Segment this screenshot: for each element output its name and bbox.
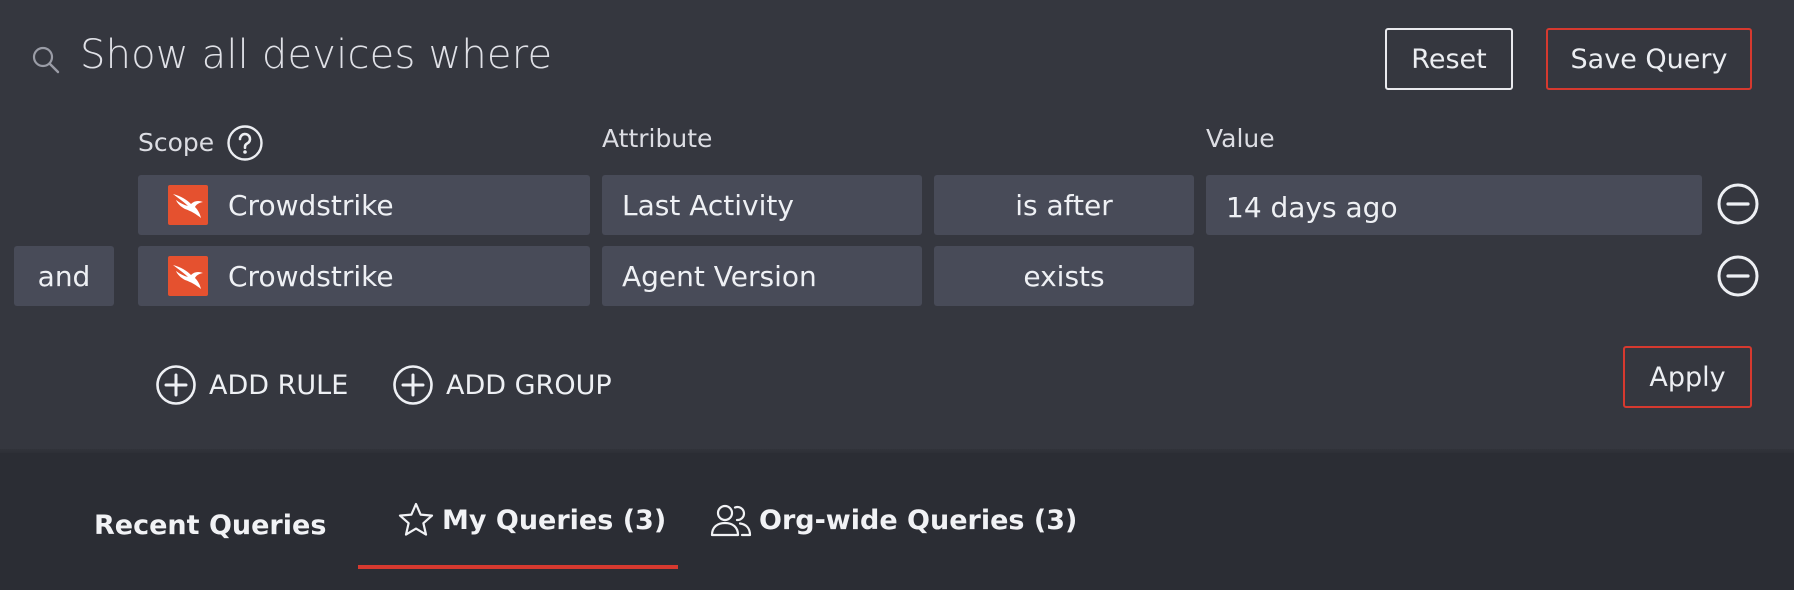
remove-rule-icon[interactable] (1716, 182, 1760, 226)
query-title: Show all devices where (80, 32, 553, 78)
scope-select-rule-2[interactable]: Crowdstrike (138, 246, 590, 306)
scope-select-rule-1[interactable]: Crowdstrike (138, 175, 590, 235)
apply-button[interactable]: Apply (1623, 346, 1752, 408)
add-rule-label: ADD RULE (209, 369, 349, 401)
scope-label: Crowdstrike (228, 188, 394, 222)
attribute-label: Last Activity (622, 188, 794, 222)
tab-label: My Queries (3) (442, 504, 667, 536)
value-input-rule-1[interactable]: 14 days ago (1206, 175, 1702, 235)
plus-circle-icon (393, 365, 433, 405)
search-icon (32, 46, 60, 74)
value-column-header: Value (1206, 124, 1275, 153)
users-icon (710, 504, 752, 537)
crowdstrike-logo-icon (168, 185, 208, 225)
active-tab-indicator (358, 565, 678, 569)
query-builder-panel: Show all devices where Reset Save Query … (0, 0, 1794, 453)
tab-org-wide-queries[interactable]: Org-wide Queries (3) (709, 500, 1077, 540)
operator-select-rule-1[interactable]: is after (934, 175, 1194, 235)
attribute-label: Agent Version (622, 259, 817, 293)
add-rule-button[interactable]: ADD RULE (155, 364, 348, 406)
save-query-button[interactable]: Save Query (1546, 28, 1752, 90)
logical-operator-label[interactable]: and (14, 246, 114, 306)
remove-rule-icon[interactable] (1716, 254, 1760, 298)
attribute-select-rule-2[interactable]: Agent Version (602, 246, 922, 306)
operator-select-rule-2[interactable]: exists (934, 246, 1194, 306)
help-icon[interactable] (226, 124, 264, 162)
attribute-select-rule-1[interactable]: Last Activity (602, 175, 922, 235)
crowdstrike-logo-icon (168, 256, 208, 296)
attribute-column-header: Attribute (602, 124, 713, 153)
value-label: 14 days ago (1226, 190, 1398, 224)
tab-recent-queries[interactable]: Recent Queries (94, 505, 326, 545)
operator-label: is after (1015, 188, 1113, 222)
operator-label: exists (1023, 259, 1105, 293)
reset-button[interactable]: Reset (1385, 28, 1513, 90)
plus-circle-icon (156, 365, 196, 405)
add-group-button[interactable]: ADD GROUP (392, 364, 612, 406)
scope-label: Crowdstrike (228, 259, 394, 293)
tab-label: Org-wide Queries (3) (759, 504, 1078, 536)
star-icon (398, 502, 434, 536)
tab-label: Recent Queries (94, 509, 327, 541)
add-group-label: ADD GROUP (446, 369, 612, 401)
scope-column-header: Scope (138, 128, 215, 157)
tab-my-queries[interactable]: My Queries (3) (396, 500, 666, 540)
